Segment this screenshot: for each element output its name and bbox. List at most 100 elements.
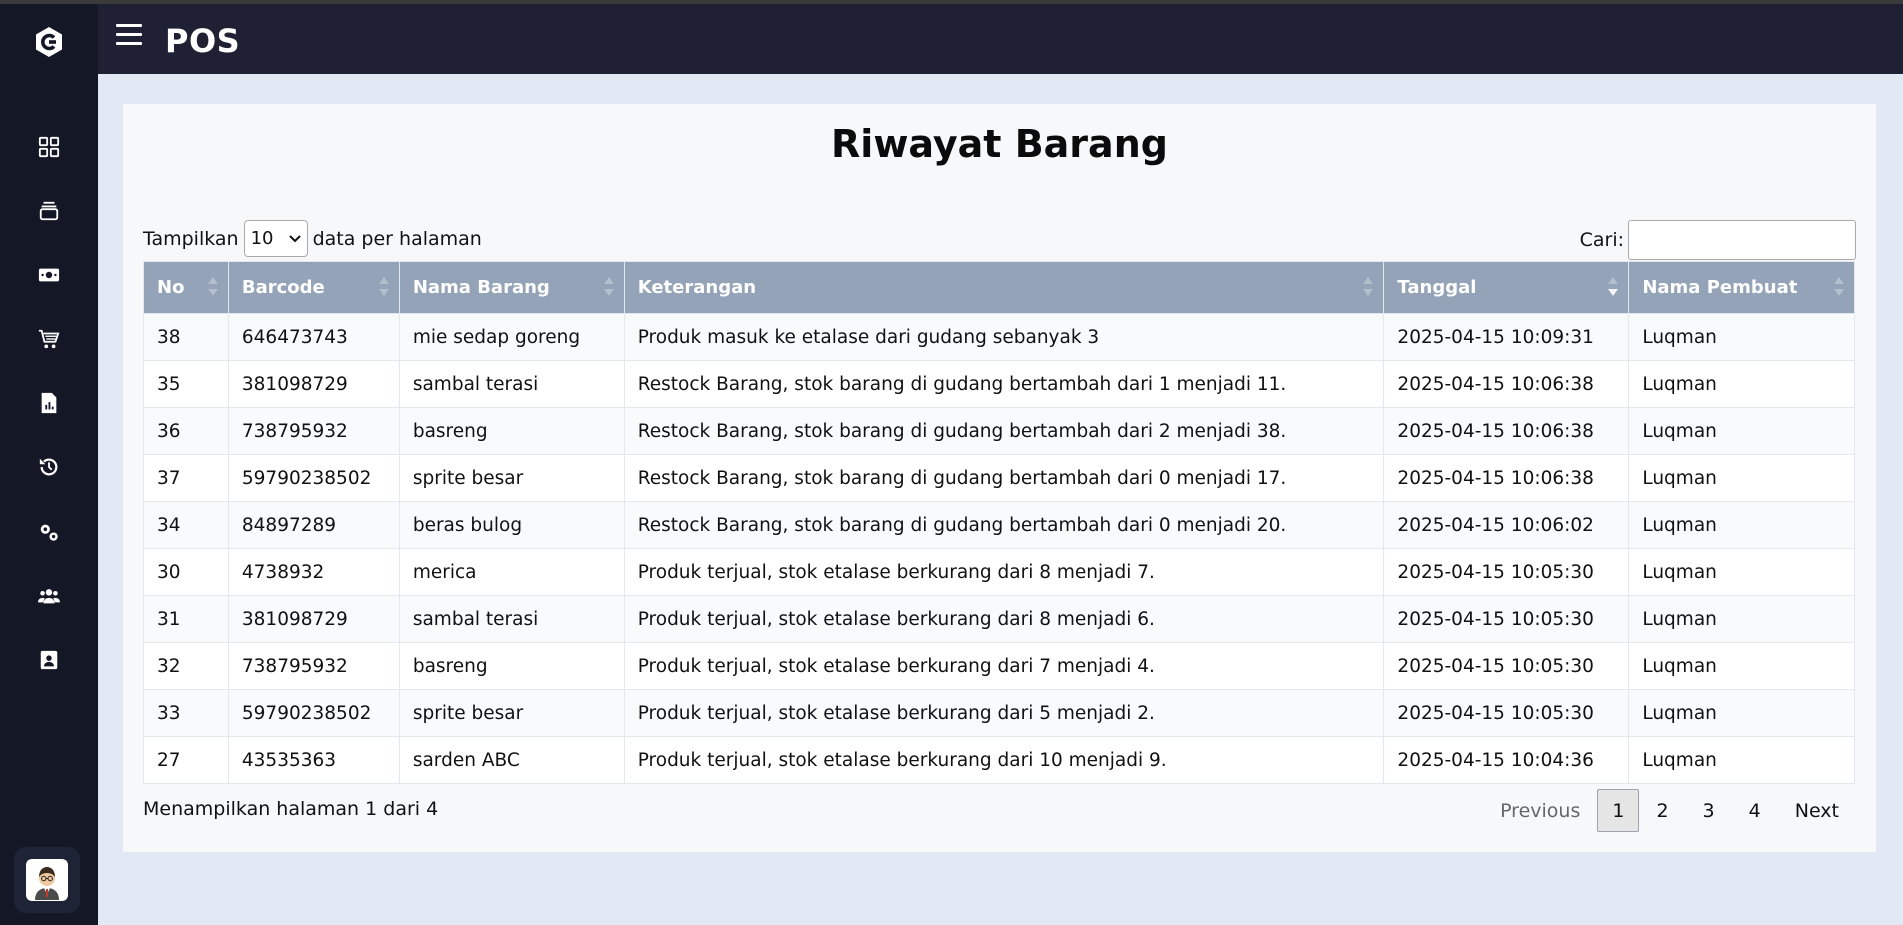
cell-nama-barang: sambal terasi <box>398 360 625 408</box>
cell-barcode: 59790238502 <box>227 454 400 502</box>
cell-no: 36 <box>143 407 229 455</box>
table-row[interactable]: 35 381098729 sambal terasi Restock Barang, … <box>143 360 1855 408</box>
length-suffix-label: data per halaman <box>312 227 482 250</box>
page-button-4[interactable]: 4 <box>1732 789 1778 832</box>
table-row[interactable]: 37 59790238502 sprite besar Restock Barang,… <box>143 454 1855 502</box>
cell-nama-pembuat: Luqman <box>1628 501 1855 549</box>
cell-nama-barang: sarden ABC <box>398 736 625 784</box>
sidebar <box>0 4 98 925</box>
cell-nama-barang: sambal terasi <box>398 595 625 643</box>
cell-nama-barang: beras bulog <box>398 501 625 549</box>
column-header-label: Nama Pembuat <box>1642 277 1798 298</box>
column-header-nama-pembuat[interactable]: Nama Pembuat <box>1628 261 1855 314</box>
page-length-control: Tampilkan 10 data per halaman <box>143 220 482 257</box>
cell-barcode: 646473743 <box>227 313 400 361</box>
cell-barcode: 738795932 <box>227 642 400 690</box>
table-row[interactable]: 31 381098729 sambal terasi Produk terjual, … <box>143 595 1855 643</box>
products-icon[interactable] <box>37 199 61 223</box>
cart-icon[interactable] <box>37 327 61 351</box>
column-header-no[interactable]: No <box>143 261 229 314</box>
app-logo-icon[interactable] <box>33 26 65 58</box>
cell-no: 38 <box>143 313 229 361</box>
cell-nama-pembuat: Luqman <box>1628 736 1855 784</box>
sort-icon <box>207 277 218 299</box>
cell-nama-barang: sprite besar <box>398 454 625 502</box>
column-header-label: Nama Barang <box>412 277 550 298</box>
column-header-barcode[interactable]: Barcode <box>227 261 400 314</box>
page-length-value: 10 <box>250 228 274 249</box>
user-avatar-button[interactable] <box>14 847 80 913</box>
cell-keterangan: Produk terjual, stok etalase berkurang d… <box>623 548 1385 596</box>
cell-nama-pembuat: Luqman <box>1628 454 1855 502</box>
page-title: Riwayat Barang <box>831 122 1168 166</box>
users-icon[interactable] <box>37 584 61 608</box>
cell-keterangan: Produk masuk ke etalase dari gudang seba… <box>623 313 1385 361</box>
column-header-label: No <box>157 277 185 298</box>
page-button-1[interactable]: 1 <box>1597 789 1640 832</box>
avatar <box>26 859 68 901</box>
app-title: POS <box>165 22 241 60</box>
previous-button[interactable]: Previous <box>1483 789 1597 832</box>
cell-tanggal: 2025-04-15 10:05:30 <box>1383 642 1630 690</box>
history-icon[interactable] <box>37 455 61 479</box>
sort-icon <box>1363 277 1374 299</box>
cell-keterangan: Restock Barang, stok barang di gudang be… <box>623 360 1385 408</box>
cell-barcode: 381098729 <box>227 360 400 408</box>
search-control: Cari: <box>1580 220 1856 260</box>
cell-tanggal: 2025-04-15 10:04:36 <box>1383 736 1630 784</box>
table-row[interactable]: 36 738795932 basreng Restock Barang, stok b… <box>143 407 1855 455</box>
cell-barcode: 59790238502 <box>227 689 400 737</box>
menu-toggle-icon[interactable] <box>116 24 142 46</box>
money-icon[interactable] <box>37 263 61 287</box>
page-button-2[interactable]: 2 <box>1639 789 1685 832</box>
search-input[interactable] <box>1628 220 1856 260</box>
sort-icon <box>378 277 389 299</box>
cell-barcode: 43535363 <box>227 736 400 784</box>
cell-keterangan: Restock Barang, stok barang di gudang be… <box>623 454 1385 502</box>
cell-barcode: 381098729 <box>227 595 400 643</box>
cell-tanggal: 2025-04-15 10:05:30 <box>1383 548 1630 596</box>
cell-keterangan: Restock Barang, stok barang di gudang be… <box>623 407 1385 455</box>
cell-nama-barang: sprite besar <box>398 689 625 737</box>
length-prefix-label: Tampilkan <box>143 227 239 250</box>
profile-card-icon[interactable] <box>37 648 61 672</box>
next-button[interactable]: Next <box>1778 789 1856 832</box>
column-header-keterangan[interactable]: Keterangan <box>623 261 1385 314</box>
cell-nama-barang: merica <box>398 548 625 596</box>
settings-icon[interactable] <box>37 520 61 544</box>
cell-nama-barang: mie sedap goreng <box>398 313 625 361</box>
column-header-tanggal[interactable]: Tanggal <box>1383 261 1630 314</box>
table-row[interactable]: 34 84897289 beras bulog Restock Barang, sto… <box>143 501 1855 549</box>
sort-icon <box>603 277 614 299</box>
table-body: 38 646473743 mie sedap goreng Produk masuk … <box>143 313 1855 784</box>
cell-tanggal: 2025-04-15 10:09:31 <box>1383 313 1630 361</box>
main-card: Riwayat Barang Tampilkan 10 data per hal… <box>123 104 1876 852</box>
cell-barcode: 84897289 <box>227 501 400 549</box>
cell-nama-pembuat: Luqman <box>1628 595 1855 643</box>
cell-tanggal: 2025-04-15 10:06:38 <box>1383 407 1630 455</box>
table-row[interactable]: 30 4738932 merica Produk terjual, stok etal… <box>143 548 1855 596</box>
cell-keterangan: Produk terjual, stok etalase berkurang d… <box>623 689 1385 737</box>
table-row[interactable]: 32 738795932 basreng Produk terjual, stok e… <box>143 642 1855 690</box>
cell-tanggal: 2025-04-15 10:05:30 <box>1383 689 1630 737</box>
cell-keterangan: Produk terjual, stok etalase berkurang d… <box>623 642 1385 690</box>
cell-keterangan: Produk terjual, stok etalase berkurang d… <box>623 595 1385 643</box>
cell-nama-pembuat: Luqman <box>1628 360 1855 408</box>
report-icon[interactable] <box>37 391 61 415</box>
cell-no: 30 <box>143 548 229 596</box>
cell-keterangan: Restock Barang, stok barang di gudang be… <box>623 501 1385 549</box>
table-header-row: No Barcode Nama Barang Keterangan Tangga… <box>143 261 1855 314</box>
dashboard-icon[interactable] <box>37 135 61 159</box>
cell-no: 35 <box>143 360 229 408</box>
cell-no: 37 <box>143 454 229 502</box>
page-length-select[interactable]: 10 <box>243 220 308 257</box>
table-row[interactable]: 27 43535363 sarden ABC Produk terjual, stok… <box>143 736 1855 784</box>
table-row[interactable]: 33 59790238502 sprite besar Produk terjual,… <box>143 689 1855 737</box>
page-button-3[interactable]: 3 <box>1686 789 1732 832</box>
cell-nama-pembuat: Luqman <box>1628 548 1855 596</box>
cell-nama-pembuat: Luqman <box>1628 642 1855 690</box>
column-header-nama-barang[interactable]: Nama Barang <box>398 261 625 314</box>
cell-nama-barang: basreng <box>398 642 625 690</box>
table-row[interactable]: 38 646473743 mie sedap goreng Produk masuk … <box>143 313 1855 361</box>
search-label: Cari: <box>1579 229 1624 251</box>
